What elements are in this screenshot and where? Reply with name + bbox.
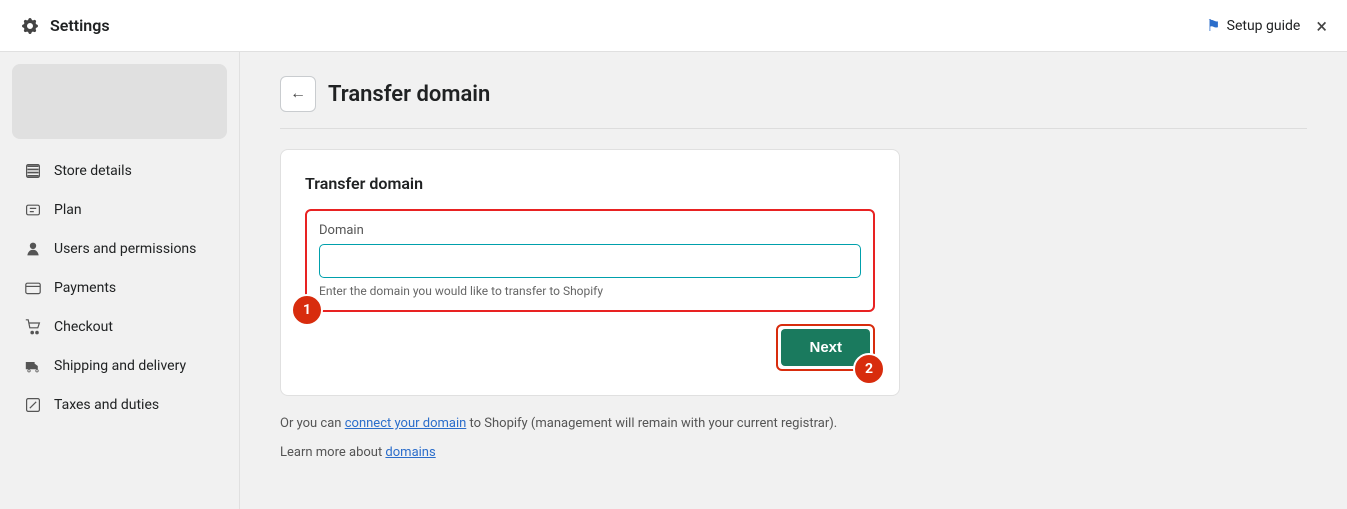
learn-more-text: Learn more about domains: [280, 445, 900, 460]
header-title: Settings: [50, 16, 110, 35]
step-2-badge: 2: [853, 353, 885, 385]
footer-suffix: to Shopify (management will remain with …: [466, 416, 837, 431]
sidebar-label-plan: Plan: [54, 202, 82, 218]
domain-form-group: Domain Enter the domain you would like t…: [305, 209, 875, 312]
sidebar-label-checkout: Checkout: [54, 319, 113, 335]
sidebar-item-checkout[interactable]: Checkout: [8, 308, 231, 346]
learn-prefix: Learn more about: [280, 445, 385, 460]
connect-domain-link[interactable]: connect your domain: [345, 416, 467, 431]
domain-hint: Enter the domain you would like to trans…: [319, 284, 861, 298]
header: Settings ⚑ Setup guide ×: [0, 0, 1347, 52]
header-left: Settings: [20, 16, 110, 36]
sidebar-nav: Store details Plan Users and permis: [0, 147, 239, 429]
setup-guide-label: Setup guide: [1227, 18, 1301, 34]
sidebar: Store details Plan Users and permis: [0, 52, 240, 509]
next-button-wrapper: Next 2: [305, 324, 875, 371]
taxes-icon: [24, 396, 42, 414]
payments-icon: [24, 279, 42, 297]
sidebar-label-store-details: Store details: [54, 163, 132, 179]
plan-icon: [24, 201, 42, 219]
sidebar-item-store-details[interactable]: Store details: [8, 152, 231, 190]
sidebar-label-users: Users and permissions: [54, 241, 196, 257]
sidebar-item-payments[interactable]: Payments: [8, 269, 231, 307]
sidebar-item-shipping[interactable]: Shipping and delivery: [8, 347, 231, 385]
users-icon: [24, 240, 42, 258]
page-header: ← Transfer domain: [280, 76, 1307, 112]
setup-guide-button[interactable]: ⚑ Setup guide: [1206, 16, 1300, 35]
page-divider: [280, 128, 1307, 129]
back-button[interactable]: ←: [280, 76, 316, 112]
gear-icon: [20, 16, 40, 36]
sidebar-label-shipping: Shipping and delivery: [54, 358, 186, 374]
sidebar-item-users[interactable]: Users and permissions: [8, 230, 231, 268]
card-title: Transfer domain: [305, 174, 875, 193]
main-layout: Store details Plan Users and permis: [0, 52, 1347, 509]
footer-text: Or you can connect your domain to Shopif…: [280, 416, 900, 431]
sidebar-item-plan[interactable]: Plan: [8, 191, 231, 229]
next-button-outer: Next 2: [776, 324, 875, 371]
domain-label: Domain: [319, 223, 861, 238]
header-right: ⚑ Setup guide ×: [1206, 14, 1327, 38]
domains-link[interactable]: domains: [385, 445, 435, 460]
store-logo: [12, 64, 227, 139]
sidebar-item-taxes[interactable]: Taxes and duties: [8, 386, 231, 424]
sidebar-label-payments: Payments: [54, 280, 116, 296]
flag-icon: ⚑: [1206, 16, 1220, 35]
step-1-badge: 1: [291, 294, 323, 326]
transfer-card: Transfer domain Domain Enter the domain …: [280, 149, 900, 396]
footer-prefix: Or you can: [280, 416, 345, 431]
page-title: Transfer domain: [328, 82, 490, 107]
domain-input[interactable]: [319, 244, 861, 278]
close-icon[interactable]: ×: [1316, 14, 1327, 38]
checkout-icon: [24, 318, 42, 336]
store-icon: [24, 162, 42, 180]
content-area: ← Transfer domain Transfer domain Domain…: [240, 52, 1347, 509]
sidebar-label-taxes: Taxes and duties: [54, 397, 159, 413]
shipping-icon: [24, 357, 42, 375]
